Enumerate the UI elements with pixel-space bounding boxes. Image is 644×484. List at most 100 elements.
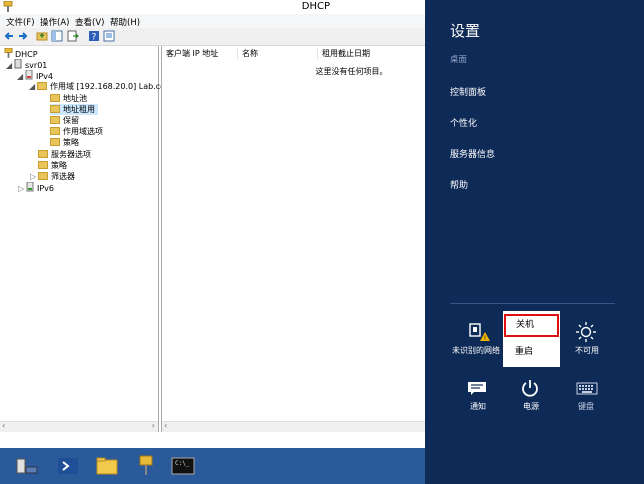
folder-icon: [50, 138, 60, 146]
scroll-right-arrow[interactable]: ›: [152, 421, 155, 430]
window-title: DHCP: [301, 1, 330, 12]
settings-charm-panel: 设置 桌面 控制面板 个性化 服务器信息 帮助 ! 未识别的网络 不可用 通知 …: [425, 0, 644, 484]
dhcp-icon: [4, 47, 13, 58]
shutdown-option[interactable]: 关机: [504, 314, 559, 337]
network-label: 未识别的网络: [452, 346, 500, 355]
powershell-icon[interactable]: [55, 453, 81, 479]
link-help[interactable]: 帮助: [450, 178, 468, 191]
tree-label: 策略: [51, 161, 67, 170]
column-header-lease-expiration[interactable]: 租用截止日期: [318, 48, 426, 60]
server-manager-icon[interactable]: [14, 453, 40, 479]
tree-node-policies[interactable]: 策略: [38, 160, 67, 171]
menu-bar: 文件(F) 操作(A) 查看(V) 帮助(H): [0, 14, 425, 28]
tree-label: svr01: [25, 61, 48, 70]
unavailable-label: 不可用: [575, 346, 599, 355]
menu-view[interactable]: 查看(V): [75, 16, 104, 28]
details-list-pane[interactable]: 客户端 IP 地址 名称 租用截止日期 这里没有任何项目。 ‹: [161, 46, 426, 432]
ipv4-icon: [25, 69, 33, 80]
menu-action[interactable]: 操作(A): [40, 16, 69, 28]
folder-icon: [37, 82, 47, 90]
menu-help[interactable]: 帮助(H): [110, 16, 140, 28]
tree-label: 筛选器: [51, 172, 75, 181]
file-explorer-icon[interactable]: [94, 453, 120, 479]
keyboard-label: 键盘: [578, 402, 594, 411]
expander-icon[interactable]: ◢: [29, 81, 37, 92]
power-icon[interactable]: [520, 378, 540, 398]
scroll-left-arrow[interactable]: ‹: [2, 421, 5, 430]
tree-label: IPv6: [37, 184, 55, 193]
empty-list-message: 这里没有任何项目。: [315, 67, 388, 76]
tree-label: 策略: [63, 138, 79, 147]
tree-node-server-options[interactable]: 服务器选项: [38, 149, 91, 160]
dhcp-taskbar-icon[interactable]: [133, 453, 159, 479]
link-personalization[interactable]: 个性化: [450, 116, 477, 129]
tree-node-dhcp[interactable]: DHCP: [4, 47, 38, 59]
brightness-icon[interactable]: [575, 321, 597, 343]
back-arrow-icon[interactable]: [3, 30, 15, 42]
folder-icon: [50, 116, 60, 124]
folder-icon: [50, 94, 60, 102]
network-unidentified-icon[interactable]: !: [468, 322, 490, 342]
filter-folder-icon: [38, 172, 48, 180]
charm-title: 设置: [450, 22, 481, 40]
tree-label: 作用域 [192.168.20.0] Lab.com: [50, 82, 173, 91]
folder-icon: [50, 127, 60, 135]
power-label: 电源: [523, 402, 539, 411]
expander-icon[interactable]: ◢: [6, 60, 14, 71]
menu-file[interactable]: 文件(F): [6, 16, 35, 28]
tree-node-ipv6[interactable]: ▷ IPv6: [18, 181, 55, 194]
keyboard-icon[interactable]: [576, 382, 598, 395]
tree-label: 保留: [63, 116, 79, 125]
column-header-client-ip[interactable]: 客户端 IP 地址: [162, 48, 238, 60]
tree-label: 地址租用: [63, 105, 95, 114]
tree-node-address-pool[interactable]: 地址池: [50, 93, 87, 104]
tree-node-scope-options[interactable]: 作用域选项: [50, 126, 103, 137]
link-control-panel[interactable]: 控制面板: [450, 85, 486, 98]
forward-arrow-icon[interactable]: [17, 30, 29, 42]
up-folder-icon[interactable]: [36, 30, 48, 42]
tree-label: 地址池: [63, 94, 87, 103]
tree-node-scope-policies[interactable]: 策略: [50, 137, 79, 148]
show-tree-icon[interactable]: [51, 30, 63, 42]
tree-node-filters[interactable]: ▷ 筛选器: [30, 171, 75, 182]
command-prompt-icon[interactable]: C:\_: [170, 453, 196, 479]
tree-horizontal-scrollbar[interactable]: ‹ ›: [0, 421, 158, 432]
tree-node-reservations[interactable]: 保留: [50, 115, 79, 126]
notifications-icon[interactable]: [467, 381, 487, 395]
properties-icon[interactable]: [103, 30, 115, 42]
tree-label: IPv4: [36, 72, 54, 81]
folder-icon: [38, 150, 48, 158]
export-list-icon[interactable]: [67, 30, 79, 42]
toolbar: ?: [0, 28, 425, 46]
svg-text:?: ?: [92, 33, 97, 43]
console-tree-pane[interactable]: DHCP ◢ svr01 ◢ IPv4 ◢ 作用域 [192.168.20.0] La…: [0, 46, 173, 432]
scroll-left-arrow[interactable]: ‹: [164, 421, 167, 430]
expander-icon[interactable]: ◢: [17, 71, 25, 82]
expander-icon[interactable]: ▷: [18, 183, 26, 194]
svg-text:!: !: [484, 335, 486, 342]
list-horizontal-scrollbar[interactable]: ‹: [162, 421, 426, 432]
taskbar: C:\_: [0, 448, 425, 484]
tree-node-address-leases[interactable]: 地址租用: [50, 104, 98, 115]
ipv6-icon: [26, 181, 34, 192]
tree-node-ipv4[interactable]: ◢ IPv4: [17, 69, 54, 82]
tree-label: DHCP: [15, 50, 38, 59]
charm-divider: [450, 303, 615, 304]
notify-label: 通知: [470, 402, 486, 411]
column-header-name[interactable]: 名称: [238, 48, 318, 60]
expander-icon[interactable]: ▷: [30, 171, 38, 182]
power-options-menu: 关机 重启: [503, 311, 560, 367]
server-icon: [14, 58, 22, 69]
tree-node-scope[interactable]: ◢ 作用域 [192.168.20.0] Lab.com: [29, 81, 173, 92]
link-server-info[interactable]: 服务器信息: [450, 147, 495, 160]
tree-node-server[interactable]: ◢ svr01: [6, 58, 48, 71]
tree-label: 作用域选项: [63, 127, 103, 136]
restart-option[interactable]: 重启: [503, 340, 560, 364]
title-bar: DHCP: [0, 0, 425, 15]
folder-icon: [50, 105, 60, 113]
svg-text:C:\_: C:\_: [175, 460, 190, 467]
help-icon[interactable]: ?: [88, 30, 100, 42]
tree-label: 服务器选项: [51, 150, 91, 159]
folder-icon: [38, 161, 48, 169]
charm-subtitle: 桌面: [450, 55, 468, 65]
